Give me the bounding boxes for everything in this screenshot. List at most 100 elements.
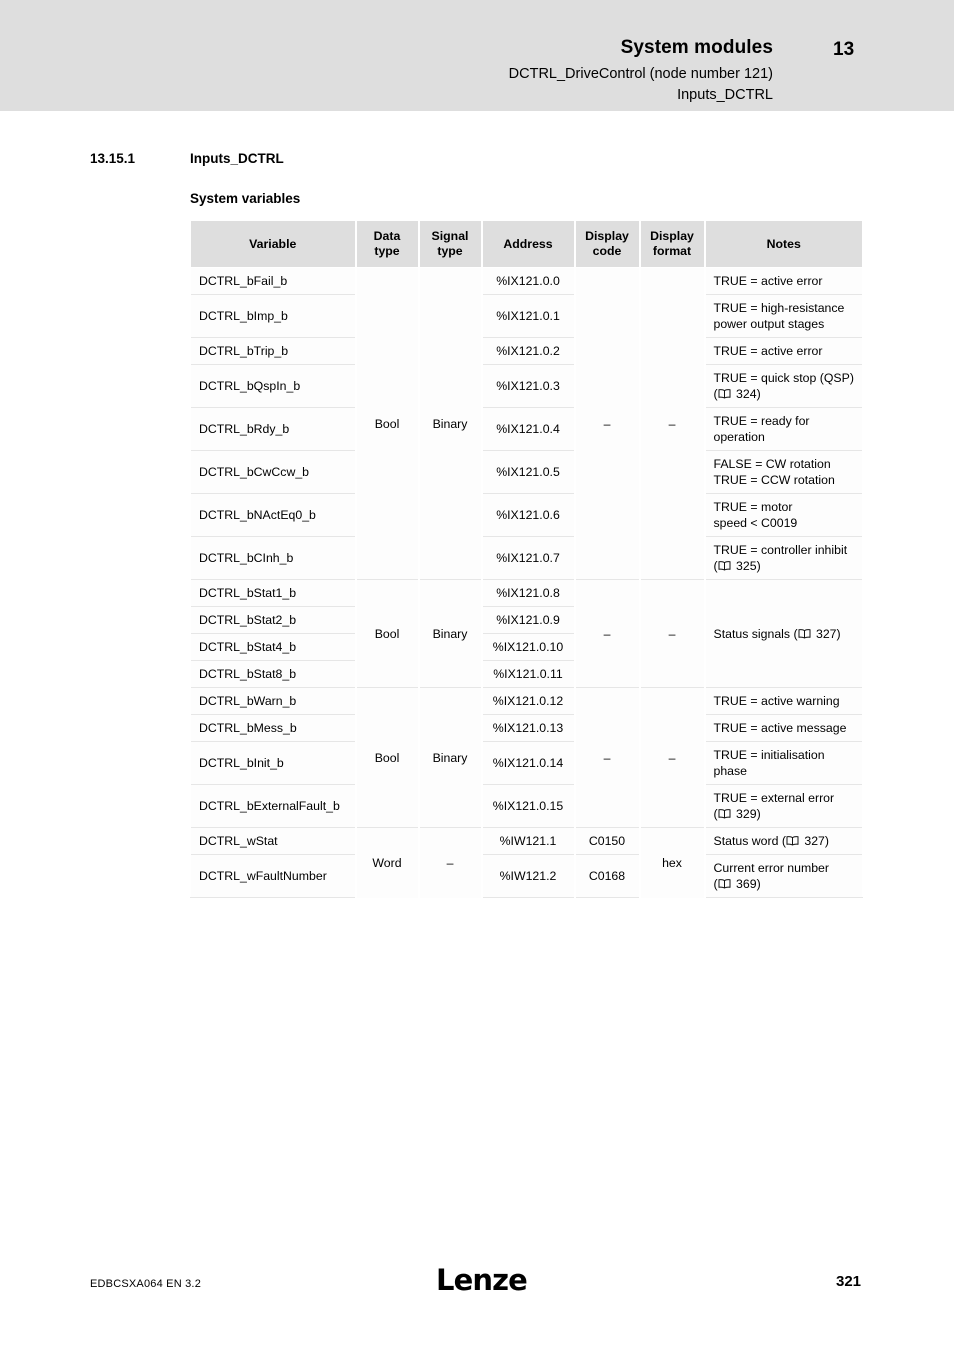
page-header-text-block: System modules DCTRL_DriveControl (node … xyxy=(273,36,773,106)
notes-line-2: phase xyxy=(713,764,748,778)
cell-notes: TRUE = active error xyxy=(703,267,863,295)
cell-notes: FALSE = CW rotation TRUE = CCW rotation xyxy=(703,450,863,494)
column-header-display-format-line1: Display xyxy=(650,229,694,243)
column-header-variable: Variable xyxy=(190,220,356,268)
cell-notes: TRUE = active error xyxy=(703,337,863,365)
cell-variable: DCTRL_bCInh_b xyxy=(190,536,356,580)
cell-variable: DCTRL_bStat8_b xyxy=(190,660,356,688)
cell-signal-type: Binary xyxy=(417,267,482,580)
notes-line-1: Status signals xyxy=(713,626,791,641)
column-header-display-code-line1: Display xyxy=(585,229,629,243)
table-body: DCTRL_bFail_b Bool Binary %IX121.0.0 – –… xyxy=(190,267,863,898)
cell-address: %IX121.0.8 xyxy=(480,579,575,607)
footer-page-number: 321 xyxy=(836,1273,862,1290)
column-header-signal-type: Signal type xyxy=(417,220,482,268)
cell-address: %IX121.0.2 xyxy=(480,337,575,365)
cell-variable: DCTRL_bExternalFault_b xyxy=(190,784,356,828)
cell-signal-type: Binary xyxy=(417,579,482,688)
column-header-display-code: Display code xyxy=(573,220,640,268)
cell-notes: TRUE = ready for operation xyxy=(703,407,863,451)
column-header-notes-label: Notes xyxy=(766,236,801,251)
cell-notes: TRUE = motor speed < C0019 xyxy=(703,493,863,537)
notes-page-reference: ( 324) xyxy=(713,387,761,401)
cell-address: %IX121.0.6 xyxy=(480,493,575,537)
cell-address: %IX121.0.13 xyxy=(480,714,575,742)
cell-address: %IX121.0.9 xyxy=(480,606,575,634)
cell-address: %IX121.0.15 xyxy=(480,784,575,828)
notes-line-1: TRUE = active error xyxy=(713,274,823,288)
column-header-display-code-line2: code xyxy=(592,244,622,258)
notes-line-1: TRUE = quick stop (QSP) xyxy=(713,371,854,385)
notes-line-2: TRUE = CCW rotation xyxy=(713,473,835,487)
notes-line-1: TRUE = active error xyxy=(713,344,823,358)
column-header-address: Address xyxy=(480,220,575,268)
cell-display-code: C0150 xyxy=(573,827,640,855)
column-header-notes: Notes xyxy=(703,220,863,268)
cell-variable: DCTRL_bWarn_b xyxy=(190,687,356,715)
notes-line-1: Current error number xyxy=(713,861,830,875)
cell-variable: DCTRL_bQspIn_b xyxy=(190,364,356,408)
header-chapter-number: 13 xyxy=(833,39,855,60)
book-icon xyxy=(718,879,731,889)
cell-address: %IX121.0.3 xyxy=(480,364,575,408)
book-icon xyxy=(786,836,799,846)
cell-address: %IX121.0.11 xyxy=(480,660,575,688)
cell-data-type: Bool xyxy=(354,267,419,580)
table-row: DCTRL_bQspIn_b %IX121.0.3 TRUE = quick s… xyxy=(190,364,863,408)
notes-line-1: TRUE = active warning xyxy=(713,694,840,708)
column-header-display-format-line2: format xyxy=(652,244,692,258)
column-header-signal-type-line2: type xyxy=(437,244,463,258)
cell-data-type: Bool xyxy=(354,579,419,688)
cell-notes: Status word ( 327) xyxy=(703,827,863,855)
table-row: DCTRL_bFail_b Bool Binary %IX121.0.0 – –… xyxy=(190,267,863,580)
table-row: DCTRL_bCwCcw_b %IX121.0.5 FALSE = CW rot… xyxy=(190,450,863,494)
notes-line-1: TRUE = initialisation xyxy=(713,748,825,762)
table-row: DCTRL_bCInh_b %IX121.0.7 TRUE = controll… xyxy=(190,536,863,580)
notes-line-2: operation xyxy=(713,430,765,444)
cell-variable: DCTRL_wFaultNumber xyxy=(190,854,356,898)
section-number: 13.15.1 xyxy=(90,151,136,166)
notes-page-number: 369 xyxy=(736,877,757,891)
header-subtitle-module: DCTRL_DriveControl (node number 121) xyxy=(508,66,773,82)
table-row: DCTRL_wFaultNumber %IW121.2 C0168 Curren… xyxy=(190,854,863,898)
notes-line-1: Status word xyxy=(713,834,779,848)
table-row: DCTRL_bTrip_b %IX121.0.2 TRUE = active e… xyxy=(190,337,863,365)
cell-display-code: – xyxy=(573,579,640,688)
cell-variable: DCTRL_bInit_b xyxy=(190,741,356,785)
notes-page-number: 325 xyxy=(736,559,757,573)
page-header-band: System modules DCTRL_DriveControl (node … xyxy=(0,0,954,111)
cell-address: %IW121.2 xyxy=(480,854,575,898)
notes-line-2: speed < C0019 xyxy=(713,516,798,530)
cell-variable: DCTRL_bImp_b xyxy=(190,294,356,338)
table-row: DCTRL_bInit_b %IX121.0.14 TRUE = initial… xyxy=(190,741,863,785)
cell-notes: TRUE = external error ( 329) xyxy=(703,784,863,828)
notes-line-1: TRUE = high-resistance xyxy=(713,301,845,315)
book-icon xyxy=(718,561,731,571)
cell-data-type: Word xyxy=(354,827,419,898)
cell-notes: TRUE = active warning xyxy=(703,687,863,715)
table-row: DCTRL_wStat Word – %IW121.1 C0150 hex St… xyxy=(190,827,863,898)
cell-display-code: C0168 xyxy=(573,854,640,898)
column-header-variable-label: Variable xyxy=(249,236,297,251)
page-title: Inputs_DCTRL xyxy=(190,151,284,166)
cell-notes: TRUE = active message xyxy=(703,714,863,742)
cell-address: %IX121.0.4 xyxy=(480,407,575,451)
cell-notes: TRUE = controller inhibit ( 325) xyxy=(703,536,863,580)
column-header-signal-type-line1: Signal xyxy=(431,229,469,243)
table-row: DCTRL_bNActEq0_b %IX121.0.6 TRUE = motor… xyxy=(190,493,863,537)
table-header: Variable Data type Signal type Address D… xyxy=(190,220,863,268)
notes-line-1: TRUE = motor xyxy=(713,500,793,514)
table-row: DCTRL_bImp_b %IX121.0.1 TRUE = high-resi… xyxy=(190,294,863,338)
footer-document-id: EDBCSXA064 EN 3.2 xyxy=(90,1278,202,1290)
header-title: System modules xyxy=(620,37,773,58)
cell-variable: DCTRL_bNActEq0_b xyxy=(190,493,356,537)
notes-line-1: TRUE = active message xyxy=(713,721,847,735)
cell-display-code: – xyxy=(573,687,640,828)
column-header-address-label: Address xyxy=(503,236,553,251)
table-row: DCTRL_bWarn_b Bool Binary %IX121.0.12 – … xyxy=(190,687,863,828)
notes-page-number: 329 xyxy=(736,807,757,821)
notes-page-number: 324 xyxy=(736,387,757,401)
cell-address: %IX121.0.12 xyxy=(480,687,575,715)
cell-data-type: Bool xyxy=(354,687,419,828)
header-subtitle-section: Inputs_DCTRL xyxy=(677,87,773,103)
